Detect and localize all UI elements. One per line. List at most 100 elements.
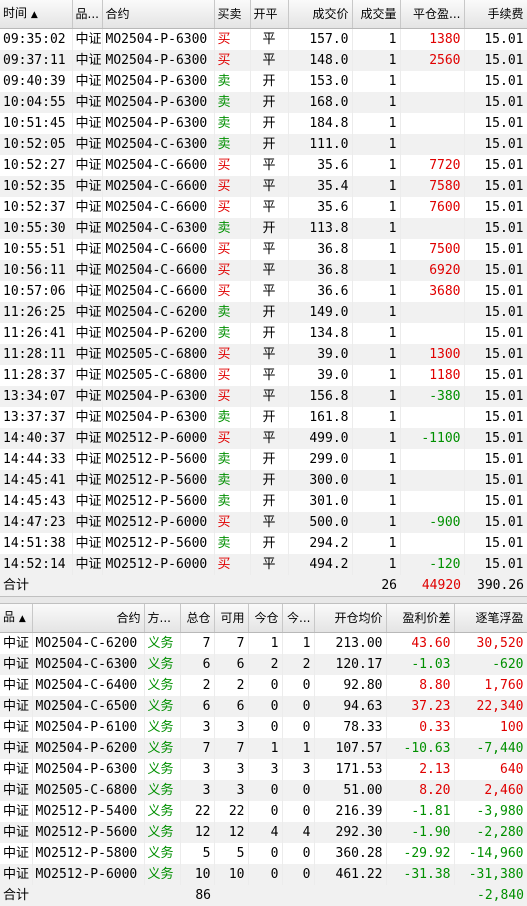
splitter[interactable] <box>0 596 527 604</box>
header-pos-direction[interactable]: 方... <box>144 604 181 633</box>
trade-row[interactable]: 13:37:37 中证 MO2504-P-6300 卖开 161.8 1 15.01 <box>0 407 527 428</box>
trade-name: 中证 <box>72 176 103 197</box>
trade-side: 买 <box>214 512 251 533</box>
header-pos-total[interactable]: 总仓 <box>180 604 215 633</box>
trade-row[interactable]: 14:45:41 中证 MO2512-P-5600 卖开 300.0 1 15.01 <box>0 470 527 491</box>
trade-row[interactable]: 11:28:37 中证 MO2505-C-6800 买平 39.0 1 1180 15.01 <box>0 365 527 386</box>
header-pos-float-pnl[interactable]: 逐笔浮盈 <box>454 604 527 633</box>
trade-row[interactable]: 14:44:33 中证 MO2512-P-5600 卖开 299.0 1 15.01 <box>0 449 527 470</box>
trade-row[interactable]: 10:52:35 中证 MO2504-C-6600 买平 35.4 1 7580 15.01 <box>0 176 527 197</box>
trade-fee: 15.01 <box>464 260 527 281</box>
header-side[interactable]: 买卖 <box>214 0 251 29</box>
trade-contract: MO2504-C-6600 <box>102 281 215 302</box>
position-today2: 0 <box>282 675 315 696</box>
position-total: 10 <box>180 864 215 885</box>
position-spread: 43.60 <box>386 632 455 654</box>
trade-time: 10:55:51 <box>0 239 73 260</box>
position-row[interactable]: 中证 MO2505-C-6800 义务 3 3 0 0 51.00 8.20 2,460 <box>0 780 527 801</box>
trade-row[interactable]: 14:52:14 中证 MO2512-P-6000 买平 494.2 1 -120 15.01 <box>0 554 527 575</box>
trade-row[interactable]: 10:52:37 中证 MO2504-C-6600 买平 35.6 1 7600 15.01 <box>0 197 527 218</box>
header-open-close[interactable]: 开平 <box>250 0 289 29</box>
trade-open-close: 开 <box>250 113 289 134</box>
header-price[interactable]: 成交价 <box>288 0 353 29</box>
trade-row[interactable]: 10:55:30 中证 MO2504-C-6300 卖开 113.8 1 15.01 <box>0 218 527 239</box>
trade-row[interactable]: 10:55:51 中证 MO2504-C-6600 买平 36.8 1 7500 15.01 <box>0 239 527 260</box>
trade-close-pnl <box>400 92 465 113</box>
trade-fee: 15.01 <box>464 533 527 554</box>
header-pos-today2[interactable]: 今... <box>282 604 315 633</box>
header-pos-spread[interactable]: 盈利价差 <box>386 604 455 633</box>
trade-row[interactable]: 10:57:06 中证 MO2504-C-6600 买平 36.6 1 3680 15.01 <box>0 281 527 302</box>
trade-qty: 1 <box>352 281 401 302</box>
trade-row[interactable]: 10:51:45 中证 MO2504-P-6300 卖开 184.8 1 15.01 <box>0 113 527 134</box>
position-row[interactable]: 中证 MO2504-C-6500 义务 6 6 0 0 94.63 37.23 22,340 <box>0 696 527 717</box>
position-row[interactable]: 中证 MO2512-P-5600 义务 12 12 4 4 292.30 -1.90 -2,280 <box>0 822 527 843</box>
header-pos-avg-price[interactable]: 开仓均价 <box>314 604 387 633</box>
header-pos-today[interactable]: 今仓 <box>248 604 283 633</box>
trade-name: 中证 <box>72 50 103 71</box>
position-row[interactable]: 中证 MO2512-P-5400 义务 22 22 0 0 216.39 -1.81 -3,980 <box>0 801 527 822</box>
trade-time: 10:52:35 <box>0 176 73 197</box>
trade-fee: 15.01 <box>464 176 527 197</box>
trade-side: 买 <box>214 260 251 281</box>
position-row[interactable]: 中证 MO2512-P-5800 义务 5 5 0 0 360.28 -29.92 -14,960 <box>0 843 527 864</box>
trade-row[interactable]: 10:56:11 中证 MO2504-C-6600 买平 36.8 1 6920 15.01 <box>0 260 527 281</box>
position-name: 中证 <box>0 801 33 822</box>
trade-row[interactable]: 09:37:11 中证 MO2504-P-6300 买平 148.0 1 2560 15.01 <box>0 50 527 71</box>
position-today2: 1 <box>282 738 315 759</box>
trade-row[interactable]: 10:52:05 中证 MO2504-C-6300 卖开 111.0 1 15.01 <box>0 134 527 155</box>
header-pos-name[interactable]: 品 ▲ <box>0 604 33 633</box>
trade-price: 39.0 <box>288 344 353 365</box>
trade-row[interactable]: 14:45:43 中证 MO2512-P-5600 卖开 301.0 1 15.01 <box>0 491 527 512</box>
trade-price: 300.0 <box>288 470 353 491</box>
trade-row[interactable]: 10:04:55 中证 MO2504-P-6300 卖开 168.0 1 15.01 <box>0 92 527 113</box>
trade-time: 14:45:43 <box>0 491 73 512</box>
trade-row[interactable]: 11:28:11 中证 MO2505-C-6800 买平 39.0 1 1300 15.01 <box>0 344 527 365</box>
trade-qty: 1 <box>352 533 401 554</box>
position-row[interactable]: 中证 MO2504-C-6300 义务 6 6 2 2 120.17 -1.03 -620 <box>0 654 527 675</box>
trade-side: 买 <box>214 344 251 365</box>
trade-close-pnl <box>400 323 465 344</box>
position-row[interactable]: 中证 MO2504-P-6200 义务 7 7 1 1 107.57 -10.63 -7,440 <box>0 738 527 759</box>
trade-row[interactable]: 14:40:37 中证 MO2512-P-6000 买平 499.0 1 -1100 15.0… <box>0 428 527 449</box>
trade-qty: 1 <box>352 449 401 470</box>
position-row[interactable]: 中证 MO2512-P-6000 义务 10 10 0 0 461.22 -31.38 -31,3… <box>0 864 527 885</box>
trade-row[interactable]: 13:34:07 中证 MO2504-P-6300 买平 156.8 1 -380 15.01 <box>0 386 527 407</box>
trade-side: 卖 <box>214 449 251 470</box>
position-today: 0 <box>248 717 283 738</box>
header-pos-available[interactable]: 可用 <box>214 604 249 633</box>
header-name[interactable]: 品... <box>72 0 103 29</box>
trade-open-close: 平 <box>250 386 289 407</box>
trade-row[interactable]: 09:35:02 中证 MO2504-P-6300 买平 157.0 1 1380 15.01 <box>0 28 527 50</box>
header-qty[interactable]: 成交量 <box>352 0 401 29</box>
trade-row[interactable]: 14:47:23 中证 MO2512-P-6000 买平 500.0 1 -900 15.01 <box>0 512 527 533</box>
trade-row[interactable]: 11:26:25 中证 MO2504-C-6200 卖开 149.0 1 15.01 <box>0 302 527 323</box>
trade-contract: MO2512-P-5600 <box>102 470 215 491</box>
trade-price: 153.0 <box>288 71 353 92</box>
header-pos-contract[interactable]: 合约 <box>32 604 145 633</box>
position-float-pnl: 1,760 <box>454 675 527 696</box>
trade-price: 36.8 <box>288 260 353 281</box>
trade-fee: 15.01 <box>464 365 527 386</box>
trade-name: 中证 <box>72 386 103 407</box>
header-close-pnl[interactable]: 平仓盈... <box>400 0 465 29</box>
position-row[interactable]: 中证 MO2504-C-6400 义务 2 2 0 0 92.80 8.80 1,760 <box>0 675 527 696</box>
trade-row[interactable]: 09:40:39 中证 MO2504-P-6300 卖开 153.0 1 15.01 <box>0 71 527 92</box>
trade-fee: 15.01 <box>464 302 527 323</box>
trade-price: 36.6 <box>288 281 353 302</box>
trade-row[interactable]: 14:51:38 中证 MO2512-P-5600 卖开 294.2 1 15.01 <box>0 533 527 554</box>
position-name: 中证 <box>0 717 33 738</box>
trade-row[interactable]: 10:52:27 中证 MO2504-C-6600 买平 35.6 1 7720 15.01 <box>0 155 527 176</box>
position-avg-price: 92.80 <box>314 675 387 696</box>
position-row[interactable]: 中证 MO2504-P-6300 义务 3 3 3 3 171.53 2.13 640 <box>0 759 527 780</box>
position-today: 4 <box>248 822 283 843</box>
trade-side: 卖 <box>214 323 251 344</box>
header-contract[interactable]: 合约 <box>102 0 215 29</box>
trade-contract: MO2504-C-6300 <box>102 134 215 155</box>
position-row[interactable]: 中证 MO2504-P-6100 义务 3 3 0 0 78.33 0.33 100 <box>0 717 527 738</box>
header-fee[interactable]: 手续费 <box>464 0 527 29</box>
header-time[interactable]: 时间 ▲ <box>0 0 73 29</box>
trade-open-close: 平 <box>250 281 289 302</box>
position-row[interactable]: 中证 MO2504-C-6200 义务 7 7 1 1 213.00 43.60 30,520 <box>0 632 527 654</box>
trade-row[interactable]: 11:26:41 中证 MO2504-P-6200 卖开 134.8 1 15.01 <box>0 323 527 344</box>
